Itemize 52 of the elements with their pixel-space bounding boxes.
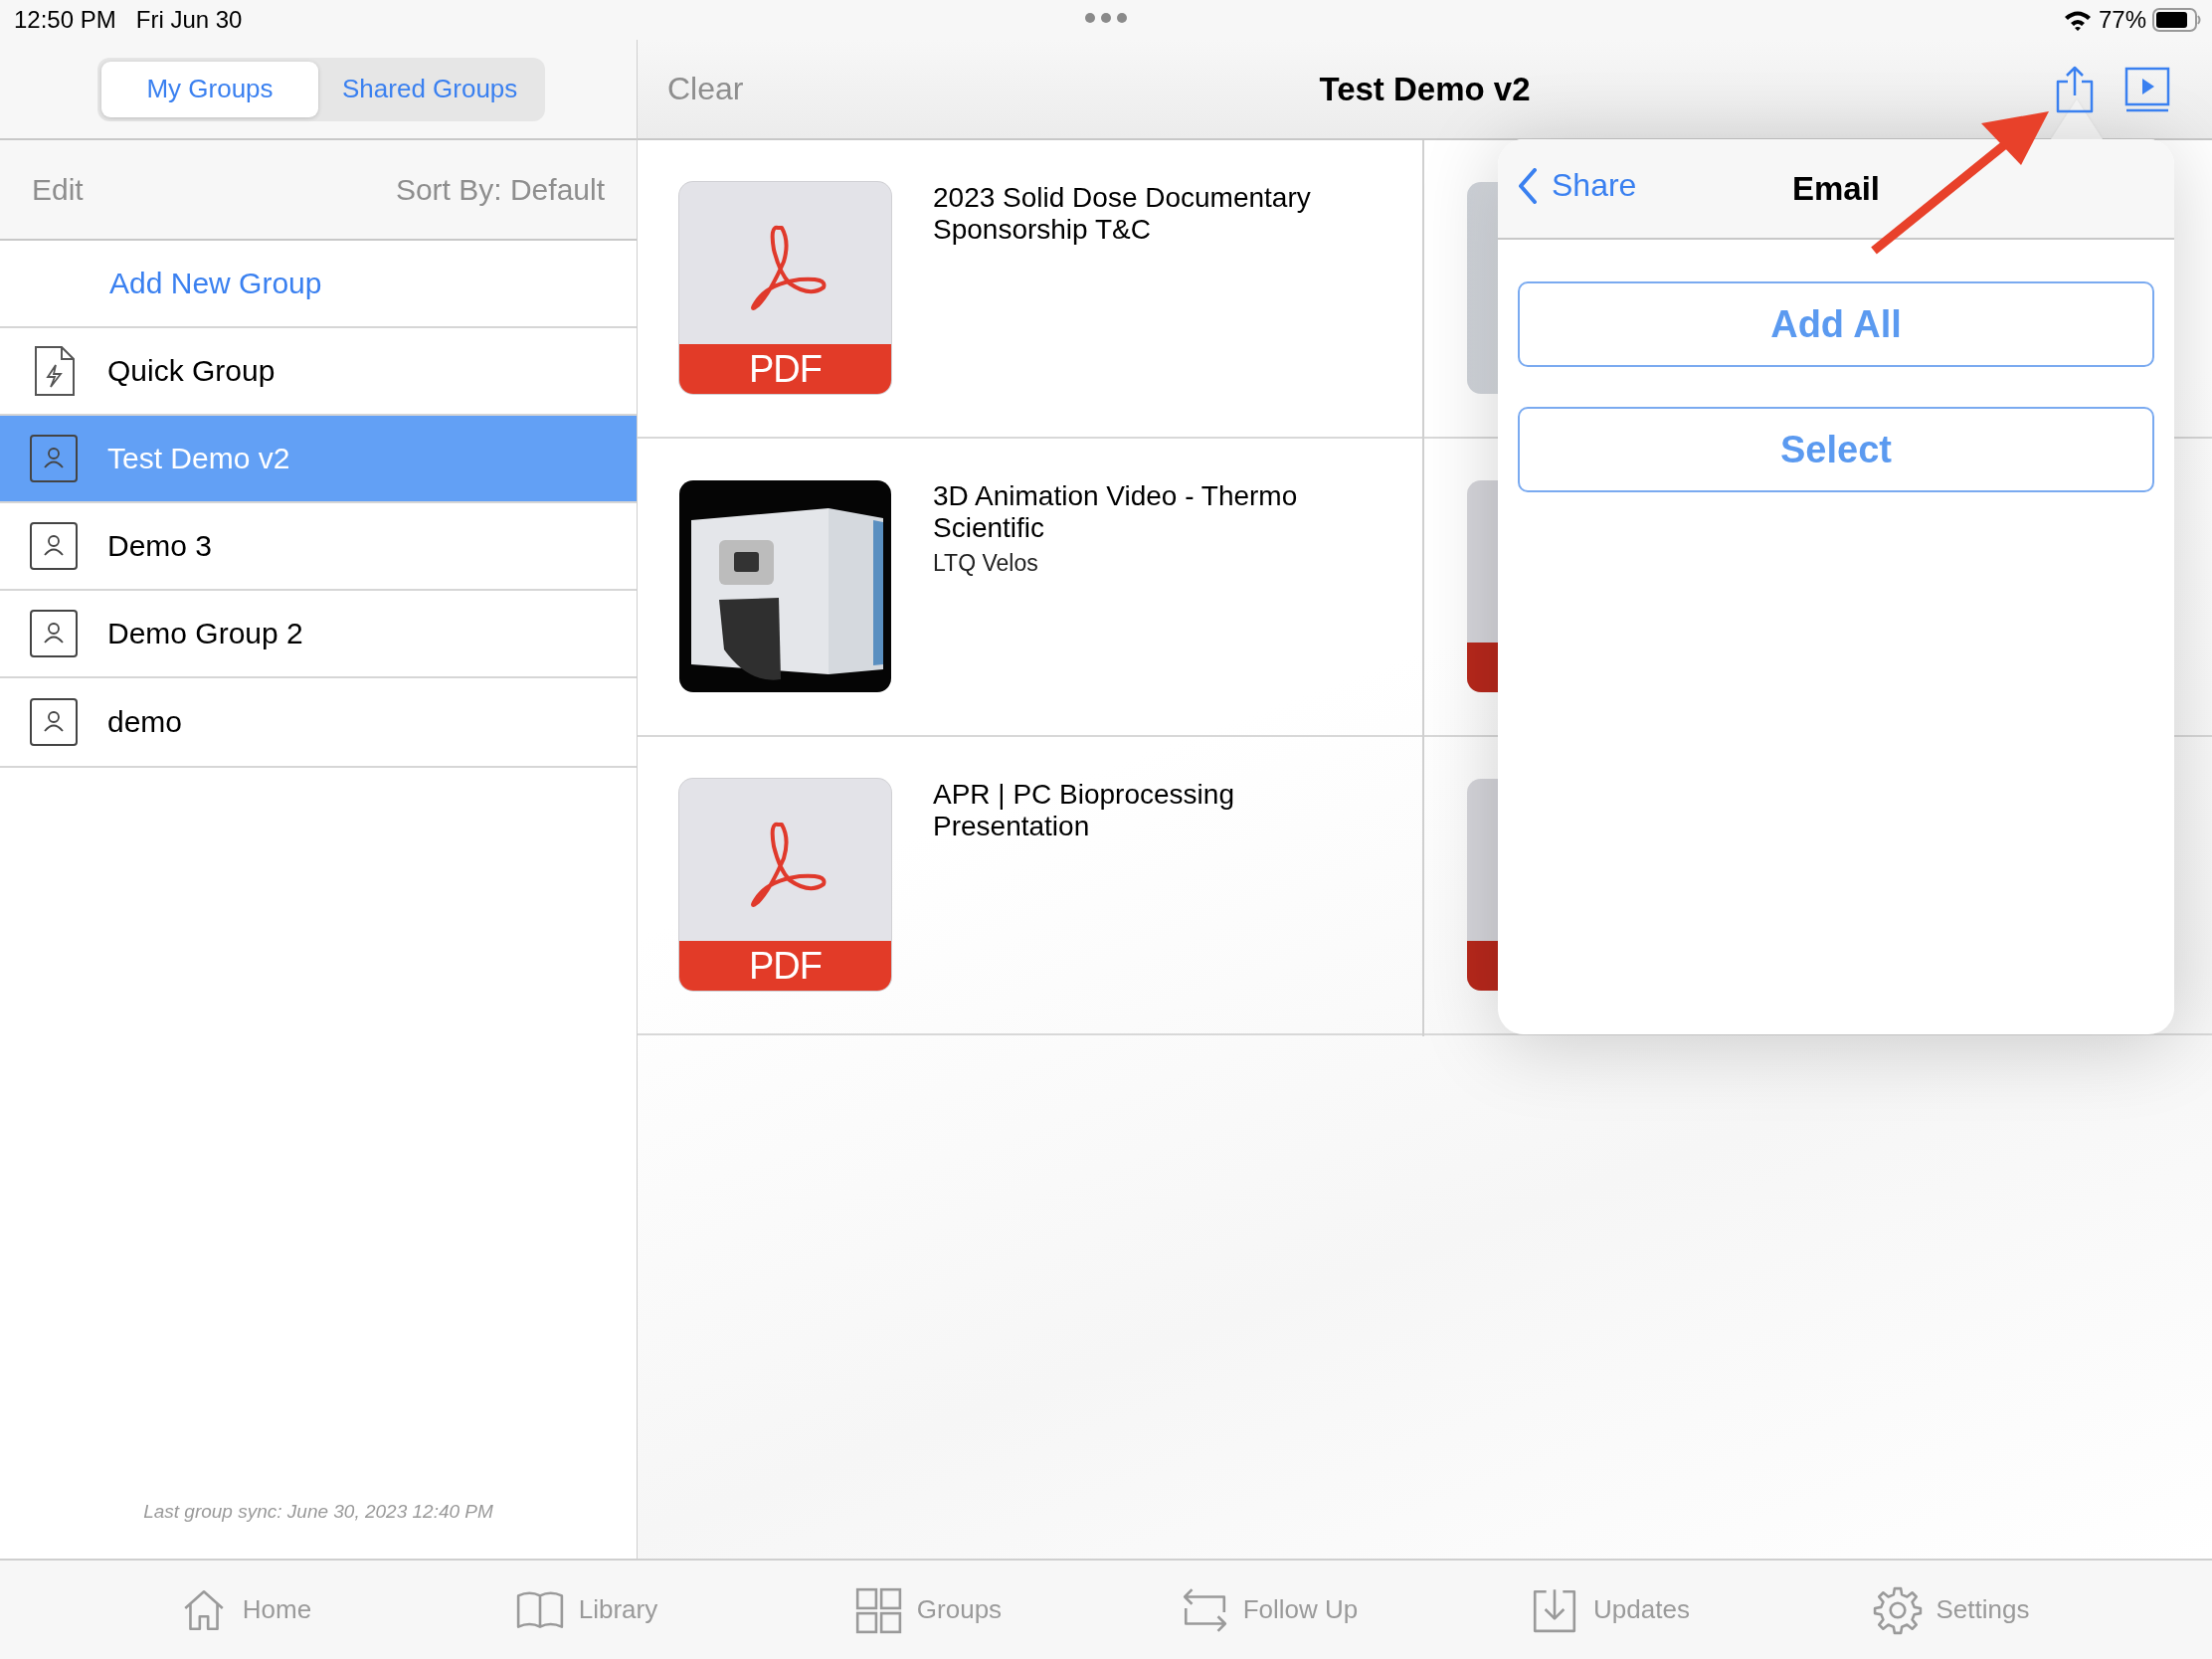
group-row[interactable]: Demo Group 2	[0, 591, 637, 678]
battery-percent: 77%	[2098, 6, 2146, 34]
group-name: Quick Group	[107, 354, 276, 388]
group-row[interactable]: Demo 3	[0, 503, 637, 591]
tab-bar-item[interactable]: Follow Up	[1098, 1561, 1439, 1659]
document-title: 3D Animation Video - Thermo Scientific	[933, 480, 1299, 544]
group-row[interactable]: demo	[0, 678, 637, 766]
pdf-thumbnail[interactable]: PDF	[679, 182, 891, 394]
back-button[interactable]: Share	[1514, 163, 1641, 208]
person-icon	[30, 610, 78, 657]
status-time: 12:50 PM	[14, 6, 116, 34]
action-button[interactable]: Select	[1518, 407, 2154, 492]
group-name: Demo Group 2	[107, 617, 303, 650]
tab-bar-item[interactable]: Groups	[757, 1561, 1098, 1659]
share-icon[interactable]	[2055, 65, 2095, 113]
document-title: 2023 Solid Dose Documentary Sponsorship T&C	[933, 182, 1312, 246]
photo-placeholder[interactable]	[679, 480, 891, 692]
group-name: Test Demo v2	[107, 442, 290, 475]
pdf-label: PDF	[679, 941, 891, 991]
clear-button[interactable]: Clear	[667, 71, 744, 107]
nav-title: Test Demo v2	[1319, 70, 1531, 107]
segment-tab[interactable]: Shared Groups	[318, 61, 542, 117]
document-card[interactable]: 3D Animation Video - Thermo Scientific LTQ Velos	[638, 439, 1422, 737]
popover-title: Email	[1791, 169, 1880, 208]
pdf-label: PDF	[679, 344, 891, 394]
document-subtitle: LTQ Velos	[933, 550, 1039, 577]
gear-icon	[1872, 1584, 1923, 1635]
play-icon[interactable]	[2124, 66, 2170, 112]
person-icon	[30, 698, 78, 746]
tab-bar-item[interactable]: Home	[75, 1561, 416, 1659]
group-name: Demo 3	[107, 529, 213, 563]
action-button[interactable]: Add All	[1518, 281, 2154, 367]
person-icon	[30, 435, 78, 482]
document-card[interactable]: PDF 2023 Solid Dose Documentary Sponsorship T&C	[638, 140, 1422, 439]
group-row[interactable]: Test Demo v2	[0, 416, 637, 503]
document-title: APR | PC Bioprocessing Presentation	[933, 779, 1235, 842]
chevron-left-icon	[1518, 167, 1538, 204]
tab-bar-item[interactable]: Updates	[1439, 1561, 1780, 1659]
pdf-thumbnail[interactable]: PDF	[679, 779, 891, 991]
sort-button[interactable]: Sort By: Default	[395, 172, 605, 207]
group-name: demo	[107, 705, 183, 739]
edit-button[interactable]: Edit	[32, 172, 84, 207]
tab-bar-item[interactable]: Settings	[1780, 1561, 2121, 1659]
multitask-dots-icon[interactable]	[1084, 12, 1128, 24]
status-date: Fri Jun 30	[135, 6, 243, 34]
segment-tab[interactable]: My Groups	[101, 61, 318, 117]
sync-status-text: Last group sync: June 30, 2023 12:40 PM	[143, 1501, 493, 1522]
add-group-button[interactable]: Add New Group	[109, 267, 322, 300]
document-card[interactable]: PDF APR | PC Bioprocessing Presentation	[638, 737, 1422, 1035]
tab-bar-item[interactable]: Library	[416, 1561, 757, 1659]
person-icon	[30, 522, 78, 570]
battery-icon	[2152, 8, 2202, 32]
